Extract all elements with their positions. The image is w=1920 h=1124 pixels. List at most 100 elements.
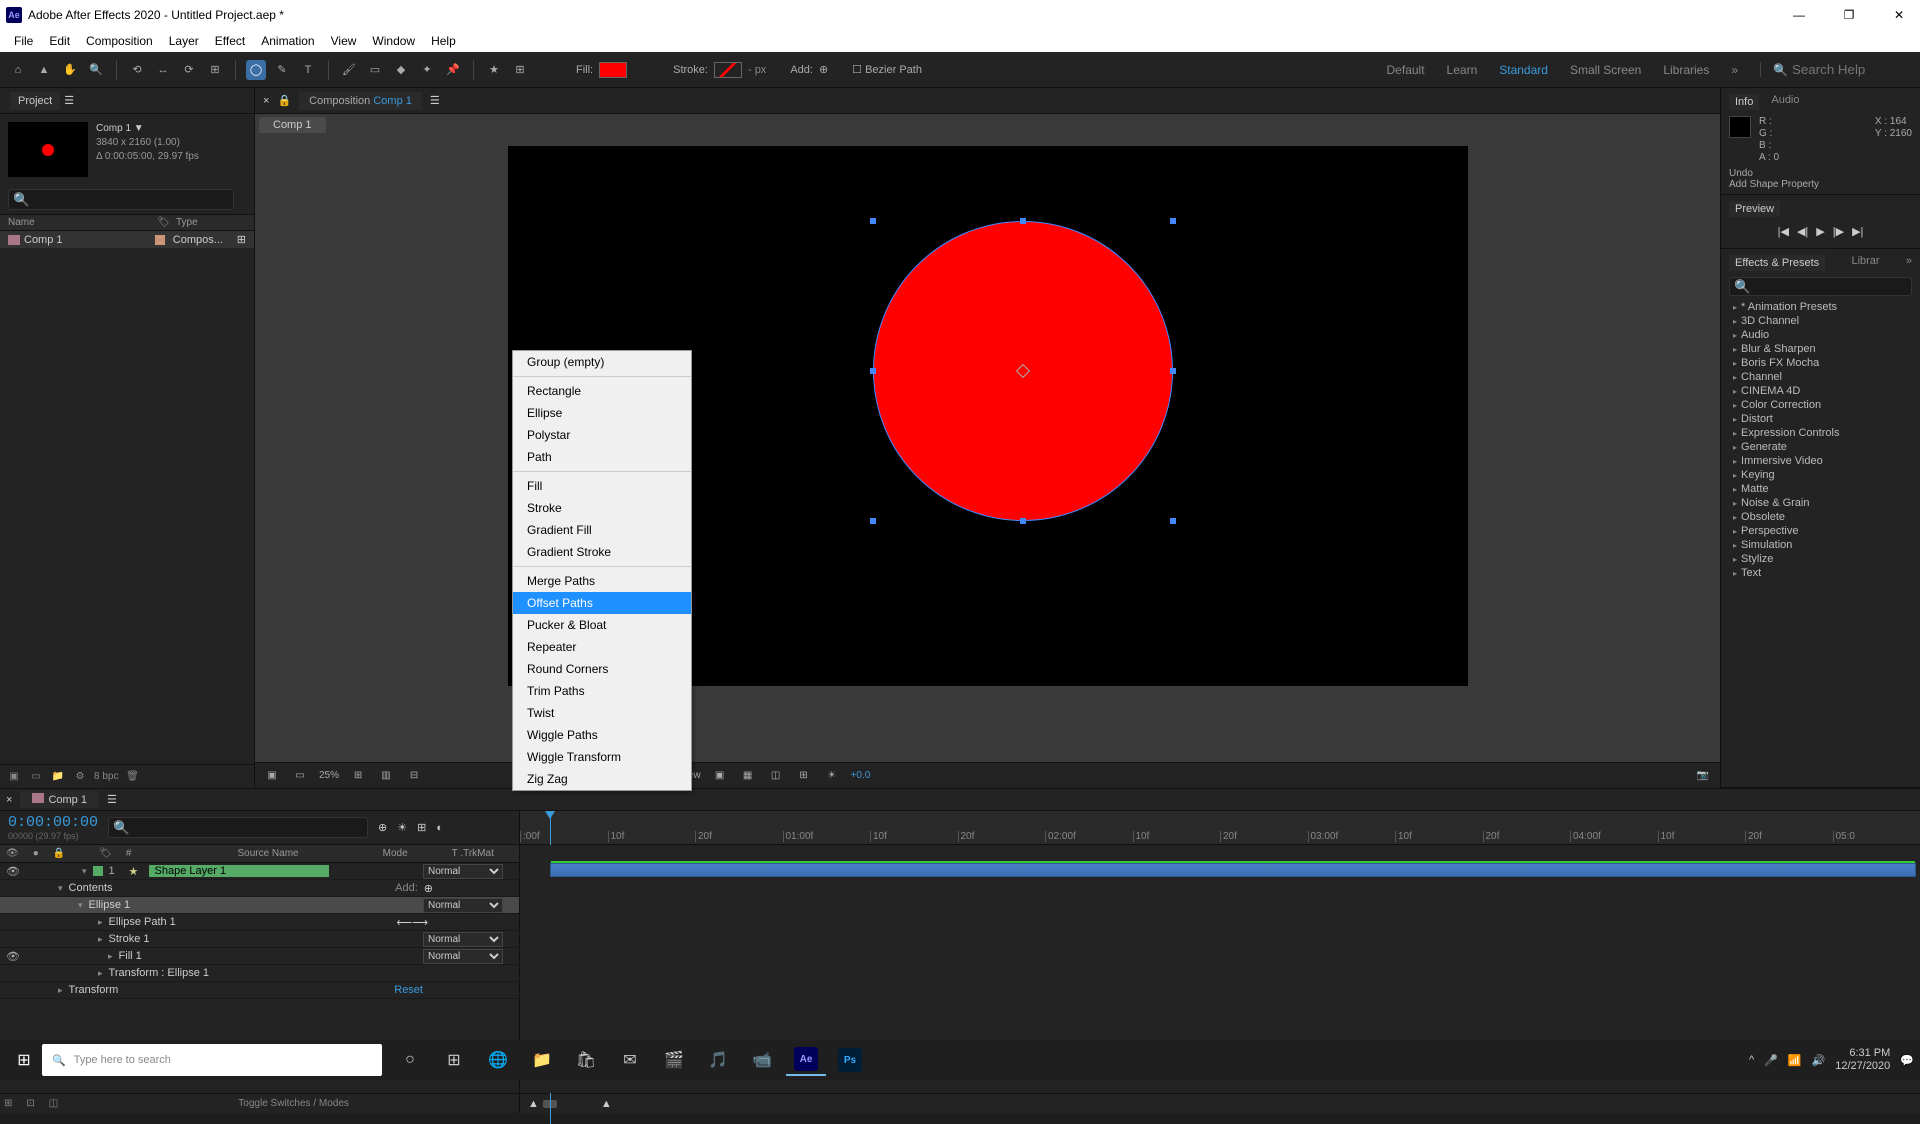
label-swatch-icon[interactable]: 🏷 bbox=[157, 217, 170, 228]
row-stroke-1[interactable]: ▸ Stroke 1 Normal bbox=[0, 931, 519, 948]
3d-icon1[interactable]: ▣ bbox=[711, 770, 729, 781]
ctx-repeater[interactable]: Repeater bbox=[513, 636, 691, 658]
tlf-icon3[interactable]: ◫ bbox=[45, 1098, 62, 1109]
ctx-group[interactable]: Group (empty) bbox=[513, 351, 691, 373]
col-source[interactable]: Source Name bbox=[237, 848, 298, 859]
add-button-icon[interactable]: ⊕ bbox=[424, 882, 433, 895]
comp-menu-icon[interactable]: ☰ bbox=[430, 94, 440, 107]
tlf-icon2[interactable]: ⊡ bbox=[22, 1098, 38, 1109]
start-button[interactable]: ⊞ bbox=[6, 1044, 42, 1076]
layer-mode-select[interactable]: Normal bbox=[423, 864, 503, 879]
workspace-libraries[interactable]: Libraries bbox=[1663, 63, 1709, 77]
proj-col-name[interactable]: Name bbox=[8, 217, 157, 228]
menu-effect[interactable]: Effect bbox=[207, 32, 253, 50]
solo-col-icon[interactable]: ● bbox=[33, 848, 39, 859]
3d-icon2[interactable]: ▦ bbox=[739, 770, 757, 781]
search-help-input[interactable] bbox=[1792, 62, 1912, 77]
maximize-button[interactable]: ❐ bbox=[1834, 8, 1864, 22]
tray-up-icon[interactable]: ^ bbox=[1749, 1054, 1754, 1066]
handle-left[interactable] bbox=[870, 368, 876, 374]
prev-frame-button[interactable]: ◀| bbox=[1797, 225, 1808, 238]
zoom-icon[interactable]: 📹 bbox=[742, 1044, 782, 1076]
workspace-smallscreen[interactable]: Small Screen bbox=[1570, 63, 1641, 77]
reset-button[interactable]: Reset bbox=[394, 984, 423, 996]
row-transform[interactable]: ▸ Transform Reset bbox=[0, 982, 519, 999]
menu-help[interactable]: Help bbox=[423, 32, 464, 50]
clone-tool[interactable]: ▭ bbox=[365, 60, 385, 80]
tlf-icon1[interactable]: ⊞ bbox=[0, 1098, 16, 1109]
workspace-standard[interactable]: Standard bbox=[1499, 63, 1548, 77]
ctx-rectangle[interactable]: Rectangle bbox=[513, 380, 691, 402]
fill-star-icon[interactable]: ★ bbox=[484, 60, 504, 80]
layer-timeline-bar[interactable] bbox=[550, 863, 1916, 877]
snapshot-icon[interactable]: 📷 bbox=[1694, 770, 1712, 781]
tl-icon3[interactable]: ⊞ bbox=[417, 821, 426, 834]
timeline-search[interactable] bbox=[108, 817, 368, 838]
tl-menu-icon[interactable]: ☰ bbox=[107, 793, 117, 806]
ep-c4d[interactable]: CINEMA 4D bbox=[1729, 384, 1912, 398]
ctx-offset-paths[interactable]: Offset Paths bbox=[513, 592, 691, 614]
audio-tab[interactable]: Audio bbox=[1771, 94, 1799, 110]
flow-tab-comp1[interactable]: Comp 1 bbox=[259, 117, 326, 133]
aftereffects-icon[interactable]: Ae bbox=[786, 1044, 826, 1076]
ep-blur[interactable]: Blur & Sharpen bbox=[1729, 342, 1912, 356]
exposure-value[interactable]: +0.0 bbox=[851, 770, 871, 781]
path-link-icon[interactable]: ⟵⟶ bbox=[396, 916, 428, 929]
project-item-comp1[interactable]: Comp 1 Compos... ⊞ bbox=[0, 231, 254, 248]
ctx-gradient-stroke[interactable]: Gradient Stroke bbox=[513, 541, 691, 563]
3d-icon4[interactable]: ⊞ bbox=[795, 770, 813, 781]
stroke-swatch[interactable] bbox=[714, 62, 742, 78]
ep-stylize[interactable]: Stylize bbox=[1729, 552, 1912, 566]
ep-perspective[interactable]: Perspective bbox=[1729, 524, 1912, 538]
close-button[interactable]: ✕ bbox=[1884, 8, 1914, 22]
ep-color[interactable]: Color Correction bbox=[1729, 398, 1912, 412]
res-icon[interactable]: ⊞ bbox=[349, 770, 367, 781]
workspace-default[interactable]: Default bbox=[1387, 63, 1425, 77]
ctx-round-corners[interactable]: Round Corners bbox=[513, 658, 691, 680]
app1-icon[interactable]: 🎬 bbox=[654, 1044, 694, 1076]
row-ellipse-1[interactable]: ▾ Ellipse 1 Normal bbox=[0, 897, 519, 914]
ep-boris[interactable]: Boris FX Mocha bbox=[1729, 356, 1912, 370]
type-tool[interactable]: T bbox=[298, 60, 318, 80]
menu-edit[interactable]: Edit bbox=[41, 32, 78, 50]
pan-tool[interactable]: ↔ bbox=[153, 60, 173, 80]
ep-simulation[interactable]: Simulation bbox=[1729, 538, 1912, 552]
handle-right[interactable] bbox=[1170, 368, 1176, 374]
menu-layer[interactable]: Layer bbox=[161, 32, 207, 50]
fill-mode-select[interactable]: Normal bbox=[423, 949, 503, 964]
tl-icon2[interactable]: ☀ bbox=[397, 821, 407, 834]
tl-tab-comp1[interactable]: Comp 1 bbox=[20, 791, 99, 808]
flowchar-icon[interactable]: ⊞ bbox=[237, 233, 246, 246]
bbox-tl[interactable] bbox=[870, 218, 876, 224]
fill-visibility-icon[interactable]: 👁 bbox=[6, 950, 20, 963]
bpc-label[interactable]: 8 bpc bbox=[94, 771, 118, 782]
new-comp-icon[interactable]: ▭ bbox=[28, 771, 44, 782]
ctx-twist[interactable]: Twist bbox=[513, 702, 691, 724]
ep-3d-channel[interactable]: 3D Channel bbox=[1729, 314, 1912, 328]
taskbar-clock[interactable]: 6:31 PM 12/27/2020 bbox=[1835, 1047, 1890, 1073]
zoom-out-icon[interactable]: ▲ bbox=[528, 1098, 539, 1110]
project-tab[interactable]: Project bbox=[10, 92, 60, 110]
ep-keying[interactable]: Keying bbox=[1729, 468, 1912, 482]
eraser-tool[interactable]: ◆ bbox=[391, 60, 411, 80]
ctx-polystar[interactable]: Polystar bbox=[513, 424, 691, 446]
pen-tool[interactable]: ✎ bbox=[272, 60, 292, 80]
chrome-icon[interactable]: 🌐 bbox=[478, 1044, 518, 1076]
tl-icon4[interactable]: ◐ bbox=[436, 822, 443, 834]
taskbar-search[interactable]: 🔍 Type here to search bbox=[42, 1044, 382, 1076]
last-frame-button[interactable]: ▶| bbox=[1852, 225, 1863, 238]
ctx-wiggle-paths[interactable]: Wiggle Paths bbox=[513, 724, 691, 746]
handle-bottom[interactable] bbox=[1020, 518, 1026, 524]
ctx-trim-paths[interactable]: Trim Paths bbox=[513, 680, 691, 702]
stroke-width[interactable]: - px bbox=[748, 64, 766, 76]
lock-icon[interactable]: 🔒 bbox=[277, 94, 291, 107]
col-trkmat[interactable]: T .TrkMat bbox=[452, 848, 494, 859]
orbit-tool[interactable]: ⟲ bbox=[127, 60, 147, 80]
row-fill-1[interactable]: 👁 ▸ Fill 1 Normal bbox=[0, 948, 519, 965]
workspace-learn[interactable]: Learn bbox=[1447, 63, 1478, 77]
ellipse-mode-select[interactable]: Normal bbox=[423, 898, 503, 913]
ep-distort[interactable]: Distort bbox=[1729, 412, 1912, 426]
home-tool[interactable]: ⌂ bbox=[8, 60, 28, 80]
grid-icon[interactable]: ⊟ bbox=[405, 770, 423, 781]
fill-swatch[interactable] bbox=[599, 62, 627, 78]
